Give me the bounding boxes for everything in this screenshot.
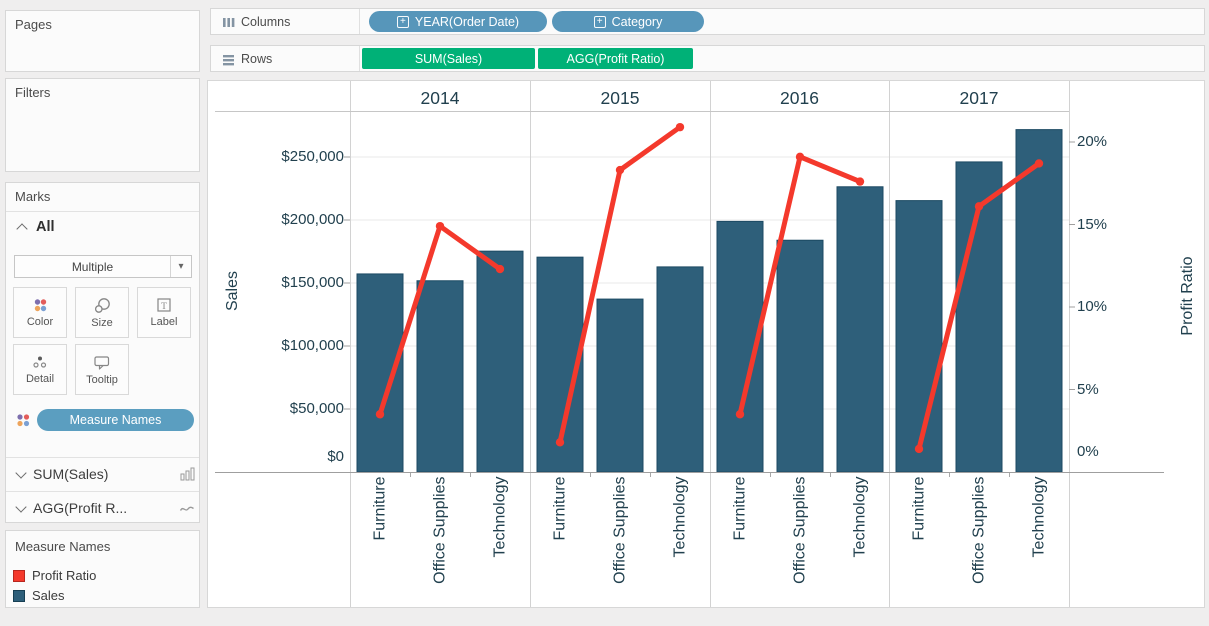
bar-chart-icon — [180, 467, 195, 481]
profit-ratio-axis-tick: 0% — [1077, 443, 1157, 460]
profit-ratio-axis-tick: 20% — [1077, 133, 1157, 150]
legend-item-sales[interactable]: Sales — [13, 588, 65, 603]
tooltip-icon — [93, 354, 111, 371]
profit-ratio-axis-tick: 15% — [1077, 216, 1157, 233]
chevron-down-icon[interactable] — [15, 501, 26, 512]
category-label[interactable]: Furniture — [552, 477, 569, 626]
sales-axis-tick: $250,000 — [204, 148, 344, 165]
category-label[interactable]: Office Supplies — [432, 477, 449, 626]
category-label[interactable]: Technology — [852, 477, 869, 626]
sales-swatch[interactable] — [13, 590, 25, 602]
color-button[interactable]: Color — [13, 287, 67, 338]
mark-type-dropdown[interactable]: Multiple ▾ — [14, 255, 192, 278]
profit-ratio-axis-title: Profit Ratio — [1179, 226, 1197, 366]
marks-title: Marks — [15, 189, 50, 204]
measure-row-label: SUM(Sales) — [33, 466, 172, 482]
year-header[interactable]: 2017 — [919, 88, 1039, 109]
legend-item-label: Profit Ratio — [32, 568, 96, 583]
columns-shelf[interactable]: Columns + YEAR(Order Date) + Category — [210, 8, 1205, 35]
rows-icon — [222, 53, 236, 66]
pill-label: SUM(Sales) — [415, 52, 482, 66]
divider — [6, 491, 199, 492]
chevron-up-icon[interactable] — [16, 223, 27, 234]
legend-title: Measure Names — [15, 539, 110, 554]
category-label[interactable]: Technology — [672, 477, 689, 626]
divider — [6, 457, 199, 458]
marks-section-label: All — [36, 219, 55, 235]
color-button-label: Color — [27, 316, 53, 328]
chevron-down-icon[interactable] — [15, 467, 26, 478]
columns-shelf-label-zone: Columns — [211, 9, 360, 34]
measure-names-legend: Measure Names Profit Ratio Sales — [5, 530, 200, 608]
columns-icon — [222, 16, 236, 29]
filters-shelf[interactable]: Filters — [5, 78, 200, 172]
size-button[interactable]: Size — [75, 287, 129, 338]
plus-box-icon[interactable]: + — [594, 16, 606, 28]
label-button[interactable]: T Label — [137, 287, 191, 338]
legend-item-profit-ratio[interactable]: Profit Ratio — [13, 568, 96, 583]
pages-title: Pages — [15, 17, 52, 32]
pill-sum-sales[interactable]: SUM(Sales) — [362, 48, 535, 69]
marks-card: Marks All Multiple ▾ Color Size — [5, 182, 200, 523]
sales-axis-tick: $200,000 — [204, 211, 344, 228]
color-icon — [32, 297, 48, 313]
tooltip-button-label: Tooltip — [86, 374, 118, 386]
sales-axis-title: Sales — [224, 231, 242, 351]
measure-row-label: AGG(Profit R... — [33, 500, 171, 516]
category-label[interactable]: Furniture — [372, 477, 389, 626]
category-label[interactable]: Technology — [1031, 477, 1048, 626]
pill-label: Measure Names — [70, 413, 162, 427]
chart-pane[interactable] — [207, 80, 1205, 608]
divider — [6, 211, 199, 212]
profit-ratio-axis-tick: 5% — [1077, 381, 1157, 398]
plus-box-icon[interactable]: + — [397, 16, 409, 28]
pill-measure-names[interactable]: Measure Names — [37, 409, 194, 431]
chevron-down-icon[interactable]: ▾ — [170, 256, 191, 277]
sales-axis-tick: $0 — [204, 448, 344, 465]
size-icon — [93, 297, 111, 314]
category-label[interactable]: Office Supplies — [971, 477, 988, 626]
marks-section-all[interactable]: All — [18, 219, 55, 235]
category-label[interactable]: Technology — [492, 477, 509, 626]
legend-item-label: Sales — [32, 588, 65, 603]
sales-axis-tick: $50,000 — [204, 400, 344, 417]
category-label[interactable]: Office Supplies — [612, 477, 629, 626]
detail-button[interactable]: Detail — [13, 344, 67, 395]
marks-section-agg-profit-ratio[interactable]: AGG(Profit R... — [17, 496, 195, 520]
detail-icon — [31, 354, 49, 370]
profit-ratio-axis-tick: 10% — [1077, 298, 1157, 315]
rows-shelf[interactable]: Rows SUM(Sales) AGG(Profit Ratio) — [210, 45, 1205, 72]
category-label[interactable]: Furniture — [911, 477, 928, 626]
pages-shelf[interactable]: Pages — [5, 10, 200, 72]
category-label[interactable]: Office Supplies — [792, 477, 809, 626]
pill-category[interactable]: + Category — [552, 11, 704, 32]
rows-shelf-label: Rows — [241, 52, 272, 66]
category-label[interactable]: Furniture — [732, 477, 749, 626]
pill-year-order-date[interactable]: + YEAR(Order Date) — [369, 11, 547, 32]
profit-ratio-swatch[interactable] — [13, 570, 25, 582]
year-header[interactable]: 2014 — [380, 88, 500, 109]
columns-shelf-label: Columns — [241, 15, 290, 29]
pill-label: Category — [612, 15, 663, 29]
pill-label: AGG(Profit Ratio) — [567, 52, 665, 66]
color-icon — [15, 412, 32, 429]
year-header[interactable]: 2015 — [560, 88, 680, 109]
line-chart-icon — [179, 502, 195, 515]
svg-text:T: T — [161, 302, 167, 312]
rows-shelf-label-zone: Rows — [211, 46, 360, 71]
marks-section-sum-sales[interactable]: SUM(Sales) — [17, 462, 195, 486]
label-button-label: Label — [151, 316, 178, 328]
pill-agg-profit-ratio[interactable]: AGG(Profit Ratio) — [538, 48, 693, 69]
tooltip-button[interactable]: Tooltip — [75, 344, 129, 395]
detail-button-label: Detail — [26, 373, 54, 385]
label-icon: T — [156, 297, 172, 313]
mark-type-value: Multiple — [15, 260, 170, 274]
filters-title: Filters — [15, 85, 50, 100]
year-header[interactable]: 2016 — [740, 88, 860, 109]
pill-label: YEAR(Order Date) — [415, 15, 519, 29]
tableau-workspace: Columns + YEAR(Order Date) + Category Ro… — [0, 0, 1209, 626]
size-button-label: Size — [91, 317, 112, 329]
